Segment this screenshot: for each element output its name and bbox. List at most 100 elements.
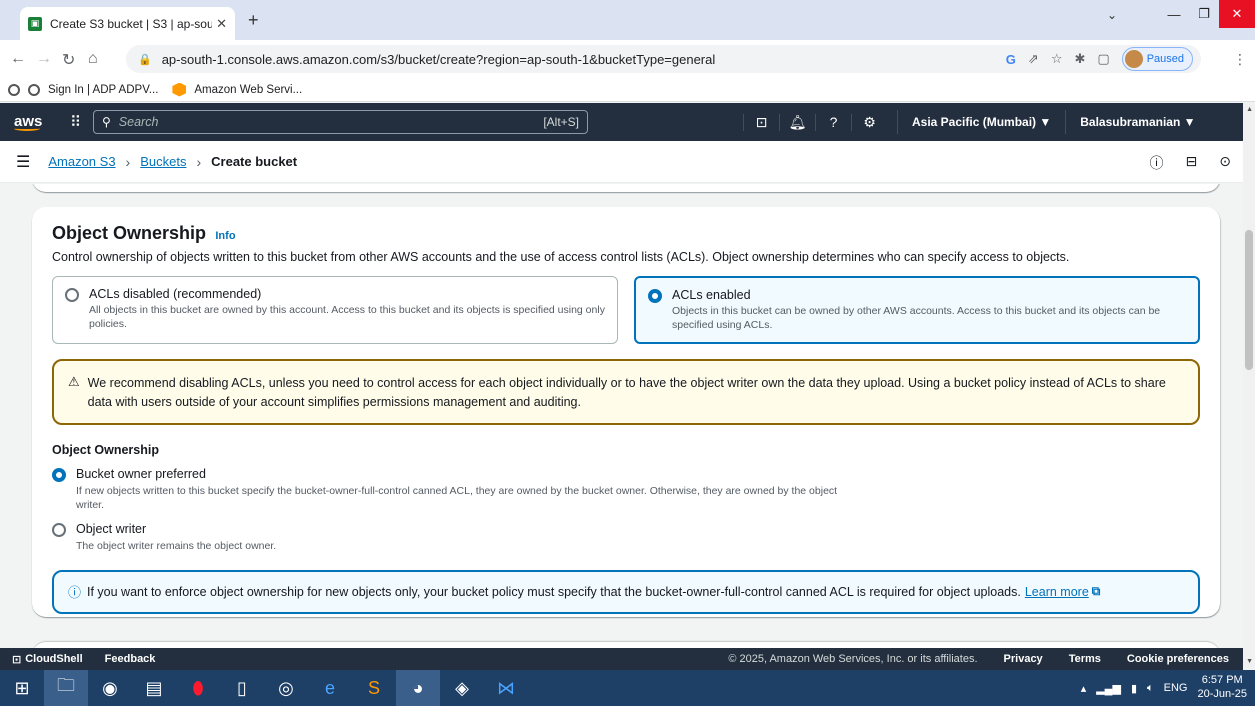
- radio-bucket-owner-preferred[interactable]: [52, 468, 66, 482]
- radio-acls-enabled[interactable]: [648, 289, 662, 303]
- tile-title: ACLs enabled: [672, 288, 751, 302]
- minimize-icon[interactable]: —: [1159, 0, 1189, 28]
- side-panel-icon[interactable]: ⊟: [1186, 153, 1198, 173]
- feedback-link[interactable]: Feedback: [105, 653, 156, 665]
- profile-status: Paused: [1146, 53, 1184, 65]
- nav-icons: ⊡ 🔔︎ ? ⚙: [743, 113, 887, 131]
- vscode-icon[interactable]: ⋈: [484, 670, 528, 706]
- scrollbar-thumb[interactable]: [1245, 230, 1253, 370]
- aws-logo-text: aws: [14, 112, 43, 130]
- privacy-link[interactable]: Privacy: [1004, 653, 1043, 665]
- firefox-icon[interactable]: ◉: [88, 670, 132, 706]
- tile-acls-disabled[interactable]: ACLs disabled (recommended) All objects …: [52, 276, 618, 344]
- opera-icon[interactable]: ⬮: [176, 670, 220, 706]
- bookmarks-bar: Sign In | ADP ADPV... Amazon Web Servi..…: [0, 78, 1255, 102]
- sublime-icon[interactable]: S: [352, 670, 396, 706]
- chrome-icon[interactable]: ◕: [396, 670, 440, 706]
- reload-icon[interactable]: ↻: [62, 50, 75, 70]
- radio-object-writer[interactable]: [52, 523, 66, 538]
- clock-time: 6:57 PM: [1201, 674, 1243, 687]
- browser-tab-strip: ▣ Create S3 bucket | S3 | ap-south- ✕ + …: [0, 0, 1255, 40]
- adp-icon: [28, 83, 40, 96]
- file-explorer-icon[interactable]: 🗀: [44, 670, 88, 706]
- search-input[interactable]: ⚲ Search [Alt+S]: [93, 110, 588, 134]
- bookmark-aws[interactable]: Amazon Web Servi...: [194, 84, 302, 96]
- avatar: [1124, 50, 1143, 68]
- cloudshell-icon[interactable]: ⊡: [743, 113, 779, 131]
- breadcrumb-amazon-s3[interactable]: Amazon S3: [48, 154, 115, 169]
- nox-icon[interactable]: ◎: [264, 670, 308, 706]
- hamburger-menu-icon[interactable]: ☰: [16, 152, 30, 172]
- address-bar[interactable]: 🔒 ap-south-1.console.aws.amazon.com/s3/b…: [126, 45, 1201, 73]
- home-icon[interactable]: ⌂: [88, 50, 98, 68]
- region-selector[interactable]: Asia Pacific (Mumbai) ▼: [897, 110, 1067, 134]
- browser-toolbar: ← → ↻ ⌂ 🔒 ap-south-1.console.aws.amazon.…: [0, 40, 1255, 78]
- radio-acls-disabled[interactable]: [65, 288, 79, 302]
- tab-search-icon[interactable]: ⌄: [1107, 8, 1117, 22]
- terms-link[interactable]: Terms: [1069, 653, 1101, 665]
- option-object-writer[interactable]: Object writer The object writer remains …: [52, 522, 1200, 553]
- cloudshell-button[interactable]: ⊡ CloudShell: [12, 653, 83, 666]
- tile-acls-enabled[interactable]: ACLs enabled Objects in this bucket can …: [634, 276, 1200, 344]
- clock[interactable]: 6:57 PM 20-Jun-25: [1197, 674, 1247, 702]
- info-link[interactable]: Info: [215, 230, 235, 242]
- info-circle-icon[interactable]: ⓘ: [1150, 153, 1164, 173]
- account-menu[interactable]: Balasubramanian ▼: [1080, 115, 1195, 129]
- search-icon: ⚲: [102, 115, 111, 129]
- ownership-label: Object Ownership: [52, 443, 159, 457]
- system-tray: ▴ ▂▄▆ ▮ 🔈︎ ENG 6:57 PM 20-Jun-25: [1081, 674, 1255, 702]
- browser-tab[interactable]: ▣ Create S3 bucket | S3 | ap-south- ✕: [20, 7, 235, 40]
- internet-explorer-icon[interactable]: e: [308, 670, 352, 706]
- back-icon[interactable]: ←: [10, 50, 26, 68]
- bookmark-star-icon[interactable]: ☆: [1051, 51, 1063, 67]
- battery-icon[interactable]: ▮: [1131, 682, 1137, 695]
- lock-icon[interactable]: 🔒: [138, 53, 152, 66]
- news-app-icon[interactable]: ▤: [132, 670, 176, 706]
- warning-triangle-icon: ⚠: [68, 374, 80, 389]
- extensions-icon[interactable]: ✱: [1074, 51, 1085, 67]
- forward-icon[interactable]: →: [36, 50, 52, 68]
- option-title: Object writer: [76, 522, 147, 537]
- terminal-icon: ⊡: [12, 653, 22, 666]
- bookmark-adp[interactable]: Sign In | ADP ADPV...: [48, 84, 158, 96]
- info-text: If you want to enforce object ownership …: [87, 584, 1021, 599]
- search-placeholder: Search: [118, 115, 159, 129]
- volume-icon[interactable]: 🔈︎: [1147, 682, 1154, 695]
- window-close-icon[interactable]: ✕: [1219, 0, 1255, 28]
- services-grid-icon[interactable]: ⠿: [70, 113, 81, 131]
- windows-taskbar: ⊞ 🗀 ◉ ▤ ⬮ ▯ ◎ e S ◕ ◈ ⋈ ▴ ▂▄▆ ▮ 🔈︎ ENG 6…: [0, 670, 1255, 706]
- windows-start-icon[interactable]: ⊞: [0, 670, 44, 706]
- cloudshell-label: CloudShell: [25, 653, 83, 665]
- page-scrollbar[interactable]: [1243, 103, 1255, 668]
- option-description: The object writer remains the object own…: [76, 540, 277, 553]
- profile-button[interactable]: Paused: [1121, 47, 1193, 71]
- document-icon[interactable]: ▯: [220, 670, 264, 706]
- settings-gear-icon[interactable]: ⚙: [851, 113, 887, 131]
- option-bucket-owner-preferred[interactable]: Bucket owner preferred If new objects wr…: [52, 467, 1200, 512]
- help-icon[interactable]: ?: [815, 113, 851, 131]
- scroll-up-icon[interactable]: ▲: [1246, 106, 1253, 113]
- new-tab-icon[interactable]: +: [248, 10, 259, 31]
- aws-logo[interactable]: aws: [14, 114, 48, 131]
- scroll-down-icon[interactable]: ▼: [1246, 658, 1253, 665]
- tray-expand-icon[interactable]: ▴: [1081, 682, 1087, 695]
- option-title: Bucket owner preferred: [76, 467, 206, 481]
- maximize-icon[interactable]: ❐: [1189, 0, 1219, 28]
- gear-badge-icon[interactable]: ⊙: [1219, 153, 1231, 173]
- external-link-icon[interactable]: ⧉: [1092, 584, 1101, 599]
- learn-more-link[interactable]: Learn more: [1025, 585, 1089, 599]
- signal-icon[interactable]: ▂▄▆: [1096, 682, 1121, 695]
- url-text: ap-south-1.console.aws.amazon.com/s3/buc…: [161, 51, 716, 67]
- sidepanel-icon[interactable]: ▢: [1097, 51, 1109, 67]
- breadcrumb-buckets[interactable]: Buckets: [140, 154, 186, 169]
- cookie-preferences-link[interactable]: Cookie preferences: [1127, 653, 1229, 665]
- notifications-bell-icon[interactable]: 🔔︎: [779, 113, 815, 131]
- tab-close-icon[interactable]: ✕: [216, 16, 227, 32]
- tab-title: Create S3 bucket | S3 | ap-south-: [50, 16, 213, 31]
- browser-menu-icon[interactable]: ⋮: [1233, 51, 1247, 68]
- google-icon[interactable]: G: [1006, 52, 1016, 67]
- language-indicator[interactable]: ENG: [1164, 682, 1188, 694]
- share-icon[interactable]: ⇗: [1028, 51, 1039, 67]
- chevron-right-icon: ›: [125, 153, 131, 170]
- brave-icon[interactable]: ◈: [440, 670, 484, 706]
